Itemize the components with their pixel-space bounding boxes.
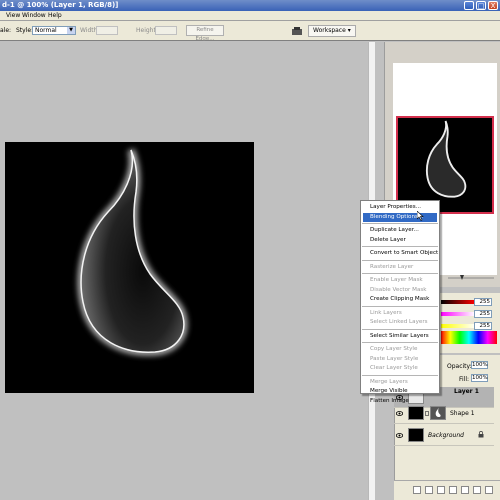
- context-menu-item-create-clipping-mask[interactable]: Create Clipping Mask: [363, 295, 437, 304]
- style-value: Normal: [35, 27, 57, 34]
- context-menu-item-blending-options[interactable]: Blending Options...: [363, 212, 437, 222]
- green-value[interactable]: 255: [474, 310, 492, 318]
- context-menu-item-layer-properties[interactable]: Layer Properties...: [363, 203, 437, 212]
- context-menu-item-paste-layer-style: Paste Layer Style: [370, 355, 419, 362]
- width-field[interactable]: [96, 26, 118, 35]
- link-icon: [425, 411, 429, 416]
- red-slider[interactable]: [441, 300, 475, 304]
- lock-icon: [478, 430, 484, 438]
- menu-separator: [362, 246, 438, 247]
- context-menu-item-merge-visible[interactable]: Merge Visible: [363, 387, 437, 396]
- style-prefix-label: ale:: [0, 27, 12, 34]
- chevron-down-icon: ▼: [67, 27, 75, 34]
- layer-name[interactable]: Shape 1: [450, 410, 475, 417]
- menu-separator: [362, 223, 438, 224]
- glowing-shape-artwork: [77, 148, 188, 356]
- trash-icon[interactable]: [485, 486, 493, 494]
- vector-mask-thumbnail: [430, 406, 446, 420]
- fill-label: Fill:: [459, 376, 470, 383]
- color-spectrum[interactable]: [441, 331, 497, 344]
- menu-help[interactable]: Help: [48, 12, 62, 19]
- link-layers-icon[interactable]: [413, 486, 421, 494]
- layer-row-shape-1[interactable]: Shape 1: [394, 403, 494, 424]
- new-group-icon[interactable]: [461, 486, 469, 494]
- menu-bar: [0, 11, 500, 21]
- layer-name[interactable]: Background: [428, 432, 464, 439]
- context-menu-item-link-layers: Link Layers: [370, 309, 402, 316]
- context-menu-item-merge-layers: Merge Layers: [370, 378, 408, 385]
- layer-name[interactable]: Layer 1: [454, 388, 479, 395]
- style-select[interactable]: Normal ▼: [32, 26, 76, 35]
- layer-mask-icon[interactable]: [437, 486, 445, 494]
- style-label: Style:: [16, 27, 34, 34]
- context-menu-item-rasterize-layer: Rasterize Layer: [370, 263, 414, 270]
- context-menu-item-enable-layer-mask: Enable Layer Mask: [370, 277, 423, 283]
- menu-separator: [362, 305, 438, 307]
- refine-edge-button[interactable]: Refine Edge...: [186, 25, 224, 42]
- context-menu-item-select-similar-layers[interactable]: Select Similar Layers: [363, 332, 437, 341]
- layer-style-icon[interactable]: [425, 486, 433, 494]
- blue-slider[interactable]: [441, 324, 475, 328]
- fill-field[interactable]: 100%: [471, 374, 488, 382]
- opacity-label: Opacity:: [447, 363, 472, 370]
- new-layer-icon[interactable]: [473, 486, 481, 494]
- context-menu-item-clear-layer-style: Clear Layer Style: [370, 365, 418, 371]
- height-field[interactable]: [155, 26, 177, 35]
- menu-view[interactable]: View: [6, 12, 20, 19]
- context-menu-item-disable-vector-mask: Disable Vector Mask: [370, 286, 427, 293]
- eye-icon[interactable]: [395, 433, 404, 438]
- menu-separator: [362, 374, 438, 376]
- opacity-field[interactable]: 100%: [471, 361, 488, 369]
- context-menu-item-convert-to-smart-object[interactable]: Convert to Smart Object: [363, 249, 438, 258]
- document-canvas[interactable]: [5, 142, 254, 393]
- close-button[interactable]: X: [488, 1, 498, 10]
- menu-separator: [362, 259, 438, 261]
- context-menu-item-duplicate-layer[interactable]: Duplicate Layer...: [363, 226, 437, 235]
- context-menu-item-flatten-image[interactable]: Flatten Image: [363, 397, 437, 406]
- maximize-button[interactable]: □: [476, 1, 486, 10]
- green-slider[interactable]: [441, 312, 475, 316]
- layer-thumbnail: [408, 406, 424, 420]
- eye-icon[interactable]: [395, 411, 404, 416]
- red-value[interactable]: 255: [474, 298, 492, 306]
- context-menu-item-copy-layer-style: Copy Layer Style: [370, 346, 418, 352]
- context-menu-item-select-linked-layers: Select Linked Layers: [370, 319, 428, 325]
- layer-thumbnail: [408, 428, 424, 442]
- workspace-button[interactable]: Workspace ▾: [308, 25, 356, 37]
- window-title: d-1 @ 100% (Layer 1, RGB/8)]: [2, 1, 119, 9]
- zoom-slider[interactable]: [446, 275, 496, 281]
- blue-value[interactable]: 255: [474, 322, 492, 330]
- minimize-button[interactable]: _: [464, 1, 474, 10]
- menu-separator: [362, 328, 438, 330]
- menu-window[interactable]: Window: [22, 12, 46, 19]
- adjustment-layer-icon[interactable]: [449, 486, 457, 494]
- brush-palette-icon[interactable]: [291, 26, 303, 36]
- menu-separator: [362, 273, 438, 274]
- mouse-cursor-icon: [416, 210, 424, 221]
- menu-separator: [362, 342, 438, 343]
- context-menu-item-delete-layer[interactable]: Delete Layer: [363, 236, 437, 245]
- layer-row-background[interactable]: Background: [394, 425, 494, 446]
